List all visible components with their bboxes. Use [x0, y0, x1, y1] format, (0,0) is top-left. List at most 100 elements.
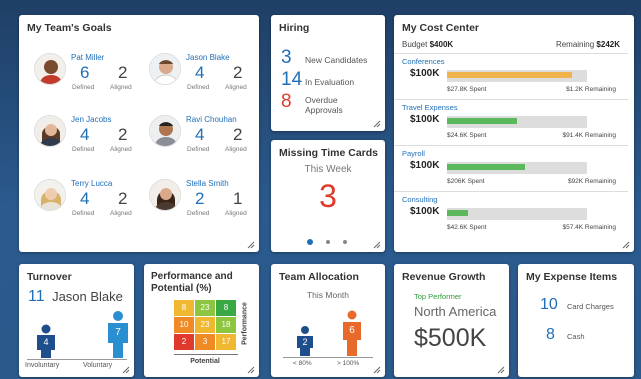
- avatar: [34, 115, 66, 147]
- category-bar-track: [447, 162, 587, 174]
- cost-center-summary: Budget $400K Remaining $242K: [402, 40, 620, 49]
- cost-category[interactable]: Payroll $100K $206K Spent $92K Remaining: [394, 145, 628, 190]
- missing-time-cards-tile[interactable]: Missing Time Cards This Week 3: [271, 140, 385, 252]
- heatmap-cell: 8: [216, 300, 236, 316]
- voluntary-value: 7: [115, 327, 121, 338]
- cost-center-tile[interactable]: My Cost Center Budget $400K Remaining $2…: [394, 15, 634, 252]
- category-remaining: $1.2K Remaining: [566, 86, 616, 93]
- axis-line: [283, 357, 373, 358]
- member-name[interactable]: Stella Smith: [186, 179, 229, 188]
- page-dot-active[interactable]: [307, 239, 313, 245]
- cost-category[interactable]: Conferences $100K $27.8K Spent $1.2K Rem…: [394, 53, 628, 98]
- under-allocated-figure: 2: [295, 326, 315, 356]
- category-bar-track: [447, 208, 587, 220]
- avatar: [34, 179, 66, 211]
- aligned-count: 2: [118, 63, 128, 82]
- performance-heatmap[interactable]: 8 23 8 10 23 18 2 3 17: [174, 300, 236, 352]
- resize-icon[interactable]: [497, 366, 505, 374]
- member-name[interactable]: Jason Blake: [186, 53, 230, 62]
- category-bar-track: [447, 116, 587, 128]
- member-name[interactable]: Terry Lucca: [71, 179, 112, 188]
- performance-title-line2: Potential (%): [151, 283, 212, 294]
- resize-icon[interactable]: [373, 366, 381, 374]
- over-allocated-value: 6: [349, 325, 355, 336]
- hiring-tile[interactable]: Hiring 3 New Candidates 14 In Evaluation…: [271, 15, 385, 131]
- defined-label: Defined: [187, 146, 210, 153]
- defined-label: Defined: [187, 84, 210, 91]
- resize-icon[interactable]: [622, 241, 630, 249]
- cost-category[interactable]: Consulting $100K $42.6K Spent $57.4K Rem…: [394, 191, 628, 236]
- revenue-region: North America: [414, 304, 497, 319]
- defined-count: 4: [195, 63, 205, 82]
- heatmap-cell: 23: [195, 300, 215, 316]
- remaining-label: Remaining: [555, 40, 595, 49]
- revenue-title: Revenue Growth: [402, 271, 486, 283]
- expense-row[interactable]: 8 Cash: [540, 326, 632, 346]
- team-member-card[interactable]: Jen Jacobs 4 2 Defined Aligned: [34, 115, 144, 175]
- team-member-card[interactable]: Terry Lucca 4 2 Defined Aligned: [34, 179, 144, 239]
- missing-time-title: Missing Time Cards: [279, 147, 379, 159]
- aligned-label: Aligned: [225, 210, 247, 217]
- avatar: [34, 53, 66, 85]
- hiring-value: 3: [281, 47, 292, 68]
- page-dot[interactable]: [343, 240, 347, 244]
- hiring-label: In Evaluation: [305, 77, 355, 87]
- aligned-count: 2: [118, 125, 128, 144]
- team-goals-tile[interactable]: My Team's Goals Pat Miller 6 2 Defined A…: [19, 15, 259, 252]
- revenue-growth-tile[interactable]: Revenue Growth Top Performer North Ameri…: [394, 264, 509, 377]
- remaining-value: $242K: [596, 40, 620, 49]
- defined-label: Defined: [72, 146, 95, 153]
- resize-icon[interactable]: [247, 366, 255, 374]
- expense-row[interactable]: 10 Card Charges: [540, 296, 632, 316]
- performance-potential-tile[interactable]: Performance and Potential (%) 8 23 8 10 …: [144, 264, 259, 377]
- defined-label: Defined: [72, 210, 95, 217]
- heatmap-cell: 17: [216, 334, 236, 350]
- avatar: [149, 115, 181, 147]
- resize-icon[interactable]: [373, 120, 381, 128]
- category-spent: $42.6K Spent: [447, 224, 487, 231]
- category-name[interactable]: Travel Expenses: [402, 103, 458, 112]
- page-indicator[interactable]: [307, 239, 351, 245]
- heatmap-cell: 8: [174, 300, 194, 316]
- voluntary-figure: 7: [106, 310, 130, 358]
- expense-items-tile[interactable]: My Expense Items 10 Card Charges 8 Cash: [518, 264, 634, 377]
- resize-icon[interactable]: [247, 241, 255, 249]
- team-member-card[interactable]: Jason Blake 4 2 Defined Aligned: [149, 53, 259, 113]
- team-member-card[interactable]: Ravi Chouhan 4 2 Defined Aligned: [149, 115, 259, 175]
- turnover-tile[interactable]: Turnover 11 Jason Blake 4 7 Involuntary …: [19, 264, 134, 377]
- team-allocation-tile[interactable]: Team Allocation This Month 2 6 < 80% > 1…: [271, 264, 385, 377]
- avatar: [149, 53, 181, 85]
- aligned-label: Aligned: [225, 84, 247, 91]
- cost-category[interactable]: Travel Expenses $100K $24.6K Spent $91.4…: [394, 99, 628, 144]
- team-member-card[interactable]: Pat Miller 6 2 Defined Aligned: [34, 53, 144, 113]
- expense-count: 8: [546, 326, 555, 343]
- team-member-card[interactable]: Stella Smith 2 1 Defined Aligned: [149, 179, 259, 239]
- category-bar: [447, 118, 517, 124]
- page-dot[interactable]: [326, 240, 330, 244]
- category-spent: $27.8K Spent: [447, 86, 487, 93]
- category-name[interactable]: Payroll: [402, 149, 425, 158]
- category-name[interactable]: Consulting: [402, 195, 437, 204]
- resize-icon[interactable]: [373, 241, 381, 249]
- defined-count: 4: [195, 125, 205, 144]
- defined-label: Defined: [72, 84, 95, 91]
- heatmap-cell: 23: [195, 317, 215, 333]
- aligned-count: 2: [233, 63, 243, 82]
- involuntary-label: Involuntary: [25, 362, 60, 369]
- heatmap-cell: 2: [174, 334, 194, 350]
- turnover-title: Turnover: [27, 271, 72, 283]
- hiring-value: 8: [281, 91, 292, 112]
- category-remaining: $57.4K Remaining: [562, 224, 616, 231]
- turnover-person: Jason Blake: [52, 289, 123, 304]
- expense-label: Cash: [567, 332, 585, 341]
- category-remaining: $92K Remaining: [567, 178, 616, 185]
- member-name[interactable]: Jen Jacobs: [71, 115, 111, 124]
- category-amount: $100K: [410, 114, 440, 125]
- member-name[interactable]: Pat Miller: [71, 53, 104, 62]
- category-spent: $206K Spent: [447, 178, 485, 185]
- resize-icon[interactable]: [122, 366, 130, 374]
- member-name[interactable]: Ravi Chouhan: [186, 115, 237, 124]
- category-bar: [447, 164, 526, 170]
- defined-count: 6: [80, 63, 90, 82]
- category-name[interactable]: Conferences: [402, 57, 445, 66]
